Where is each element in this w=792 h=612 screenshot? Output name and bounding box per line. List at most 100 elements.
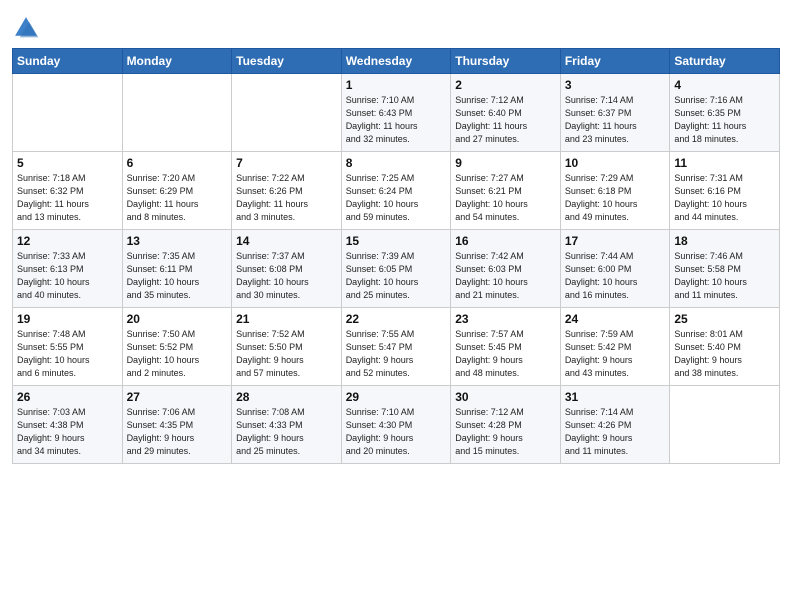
day-info: Sunrise: 7:03 AM Sunset: 4:38 PM Dayligh…	[17, 406, 118, 458]
day-number: 28	[236, 390, 337, 404]
day-cell-21: 21Sunrise: 7:52 AM Sunset: 5:50 PM Dayli…	[232, 308, 342, 386]
day-number: 23	[455, 312, 556, 326]
day-number: 18	[674, 234, 775, 248]
day-number: 14	[236, 234, 337, 248]
weekday-header-friday: Friday	[560, 49, 670, 74]
day-info: Sunrise: 7:20 AM Sunset: 6:29 PM Dayligh…	[127, 172, 228, 224]
day-cell-3: 3Sunrise: 7:14 AM Sunset: 6:37 PM Daylig…	[560, 74, 670, 152]
day-cell-27: 27Sunrise: 7:06 AM Sunset: 4:35 PM Dayli…	[122, 386, 232, 464]
day-info: Sunrise: 7:57 AM Sunset: 5:45 PM Dayligh…	[455, 328, 556, 380]
day-number: 25	[674, 312, 775, 326]
day-cell-7: 7 Sunrise: 7:22 AM Sunset: 6:26 PM Daylig…	[232, 152, 342, 230]
day-cell-11: 11 Sunrise: 7:31 AM Sunset: 6:16 PM Dayli…	[670, 152, 780, 230]
day-info: Sunrise: 7:18 AM Sunset: 6:32 PM Dayligh…	[17, 172, 118, 224]
empty-cell	[670, 386, 780, 464]
day-cell-26: 26 Sunrise: 7:03 AM Sunset: 4:38 PM Dayli…	[13, 386, 123, 464]
day-info: Sunrise: 7:55 AM Sunset: 5:47 PM Dayligh…	[346, 328, 447, 380]
day-info: Sunrise: 7:25 AM Sunset: 6:24 PM Dayligh…	[346, 172, 447, 224]
day-info: Sunrise: 7:29 AM Sunset: 6:18 PM Dayligh…	[565, 172, 666, 224]
day-cell-20: 20 Sunrise: 7:50 AM Sunset: 5:52 PM Dayli…	[122, 308, 232, 386]
weekday-header-thursday: Thursday	[451, 49, 561, 74]
day-cell-17: 17 Sunrise: 7:44 AM Sunset: 6:00 PM Dayli…	[560, 230, 670, 308]
week-row-5: 26 Sunrise: 7:03 AM Sunset: 4:38 PM Dayli…	[13, 386, 780, 464]
week-row-2: 5 Sunrise: 7:18 AM Sunset: 6:32 PM Daylig…	[13, 152, 780, 230]
day-cell-4: 4 Sunrise: 7:16 AM Sunset: 6:35 PM Daylig…	[670, 74, 780, 152]
day-cell-2: 2Sunrise: 7:12 AM Sunset: 6:40 PM Daylig…	[451, 74, 561, 152]
day-number: 17	[565, 234, 666, 248]
weekday-header-tuesday: Tuesday	[232, 49, 342, 74]
empty-cell	[232, 74, 342, 152]
day-number: 20	[127, 312, 228, 326]
day-info: Sunrise: 7:50 AM Sunset: 5:52 PM Dayligh…	[127, 328, 228, 380]
day-cell-16: 16Sunrise: 7:42 AM Sunset: 6:03 PM Dayli…	[451, 230, 561, 308]
day-info: Sunrise: 7:27 AM Sunset: 6:21 PM Dayligh…	[455, 172, 556, 224]
day-cell-25: 25 Sunrise: 8:01 AM Sunset: 5:40 PM Dayli…	[670, 308, 780, 386]
day-number: 12	[17, 234, 118, 248]
day-info: Sunrise: 7:44 AM Sunset: 6:00 PM Dayligh…	[565, 250, 666, 302]
day-cell-23: 23 Sunrise: 7:57 AM Sunset: 5:45 PM Dayli…	[451, 308, 561, 386]
day-info: Sunrise: 7:42 AM Sunset: 6:03 PM Dayligh…	[455, 250, 556, 302]
day-number: 11	[674, 156, 775, 170]
day-cell-9: 9 Sunrise: 7:27 AM Sunset: 6:21 PM Daylig…	[451, 152, 561, 230]
weekday-header-row: SundayMondayTuesdayWednesdayThursdayFrid…	[13, 49, 780, 74]
page: SundayMondayTuesdayWednesdayThursdayFrid…	[0, 0, 792, 612]
day-cell-19: 19 Sunrise: 7:48 AM Sunset: 5:55 PM Dayli…	[13, 308, 123, 386]
week-row-1: 1 Sunrise: 7:10 AM Sunset: 6:43 PM Daylig…	[13, 74, 780, 152]
day-cell-14: 14 Sunrise: 7:37 AM Sunset: 6:08 PM Dayli…	[232, 230, 342, 308]
day-cell-6: 6 Sunrise: 7:20 AM Sunset: 6:29 PM Daylig…	[122, 152, 232, 230]
day-cell-8: 8 Sunrise: 7:25 AM Sunset: 6:24 PM Daylig…	[341, 152, 451, 230]
day-info: Sunrise: 7:06 AM Sunset: 4:35 PM Dayligh…	[127, 406, 228, 458]
day-info: Sunrise: 8:01 AM Sunset: 5:40 PM Dayligh…	[674, 328, 775, 380]
day-number: 19	[17, 312, 118, 326]
day-info: Sunrise: 7:12 AM Sunset: 6:40 PM Dayligh…	[455, 94, 556, 146]
day-number: 5	[17, 156, 118, 170]
weekday-header-monday: Monday	[122, 49, 232, 74]
day-cell-5: 5 Sunrise: 7:18 AM Sunset: 6:32 PM Daylig…	[13, 152, 123, 230]
day-cell-18: 18Sunrise: 7:46 AM Sunset: 5:58 PM Dayli…	[670, 230, 780, 308]
day-cell-30: 30 Sunrise: 7:12 AM Sunset: 4:28 PM Dayli…	[451, 386, 561, 464]
calendar-table: SundayMondayTuesdayWednesdayThursdayFrid…	[12, 48, 780, 464]
weekday-header-saturday: Saturday	[670, 49, 780, 74]
day-number: 31	[565, 390, 666, 404]
day-info: Sunrise: 7:08 AM Sunset: 4:33 PM Dayligh…	[236, 406, 337, 458]
day-number: 6	[127, 156, 228, 170]
day-info: Sunrise: 7:12 AM Sunset: 4:28 PM Dayligh…	[455, 406, 556, 458]
weekday-header-sunday: Sunday	[13, 49, 123, 74]
day-cell-15: 15 Sunrise: 7:39 AM Sunset: 6:05 PM Dayli…	[341, 230, 451, 308]
day-number: 26	[17, 390, 118, 404]
day-info: Sunrise: 7:14 AM Sunset: 4:26 PM Dayligh…	[565, 406, 666, 458]
day-number: 24	[565, 312, 666, 326]
day-info: Sunrise: 7:39 AM Sunset: 6:05 PM Dayligh…	[346, 250, 447, 302]
day-number: 1	[346, 78, 447, 92]
day-info: Sunrise: 7:31 AM Sunset: 6:16 PM Dayligh…	[674, 172, 775, 224]
day-info: Sunrise: 7:33 AM Sunset: 6:13 PM Dayligh…	[17, 250, 118, 302]
day-cell-10: 10Sunrise: 7:29 AM Sunset: 6:18 PM Dayli…	[560, 152, 670, 230]
day-info: Sunrise: 7:22 AM Sunset: 6:26 PM Dayligh…	[236, 172, 337, 224]
logo-icon	[12, 14, 40, 42]
day-cell-29: 29Sunrise: 7:10 AM Sunset: 4:30 PM Dayli…	[341, 386, 451, 464]
day-number: 9	[455, 156, 556, 170]
day-cell-31: 31 Sunrise: 7:14 AM Sunset: 4:26 PM Dayli…	[560, 386, 670, 464]
day-cell-1: 1 Sunrise: 7:10 AM Sunset: 6:43 PM Daylig…	[341, 74, 451, 152]
day-number: 4	[674, 78, 775, 92]
day-info: Sunrise: 7:48 AM Sunset: 5:55 PM Dayligh…	[17, 328, 118, 380]
empty-cell	[13, 74, 123, 152]
day-number: 15	[346, 234, 447, 248]
day-cell-12: 12 Sunrise: 7:33 AM Sunset: 6:13 PM Dayli…	[13, 230, 123, 308]
weekday-header-wednesday: Wednesday	[341, 49, 451, 74]
day-cell-28: 28 Sunrise: 7:08 AM Sunset: 4:33 PM Dayli…	[232, 386, 342, 464]
day-number: 22	[346, 312, 447, 326]
day-number: 13	[127, 234, 228, 248]
day-info: Sunrise: 7:10 AM Sunset: 6:43 PM Dayligh…	[346, 94, 447, 146]
day-number: 8	[346, 156, 447, 170]
day-info: Sunrise: 7:37 AM Sunset: 6:08 PM Dayligh…	[236, 250, 337, 302]
day-info: Sunrise: 7:35 AM Sunset: 6:11 PM Dayligh…	[127, 250, 228, 302]
logo	[12, 14, 42, 42]
day-number: 21	[236, 312, 337, 326]
day-info: Sunrise: 7:16 AM Sunset: 6:35 PM Dayligh…	[674, 94, 775, 146]
week-row-4: 19 Sunrise: 7:48 AM Sunset: 5:55 PM Dayli…	[13, 308, 780, 386]
day-number: 7	[236, 156, 337, 170]
day-cell-13: 13 Sunrise: 7:35 AM Sunset: 6:11 PM Dayli…	[122, 230, 232, 308]
day-number: 30	[455, 390, 556, 404]
day-info: Sunrise: 7:14 AM Sunset: 6:37 PM Dayligh…	[565, 94, 666, 146]
